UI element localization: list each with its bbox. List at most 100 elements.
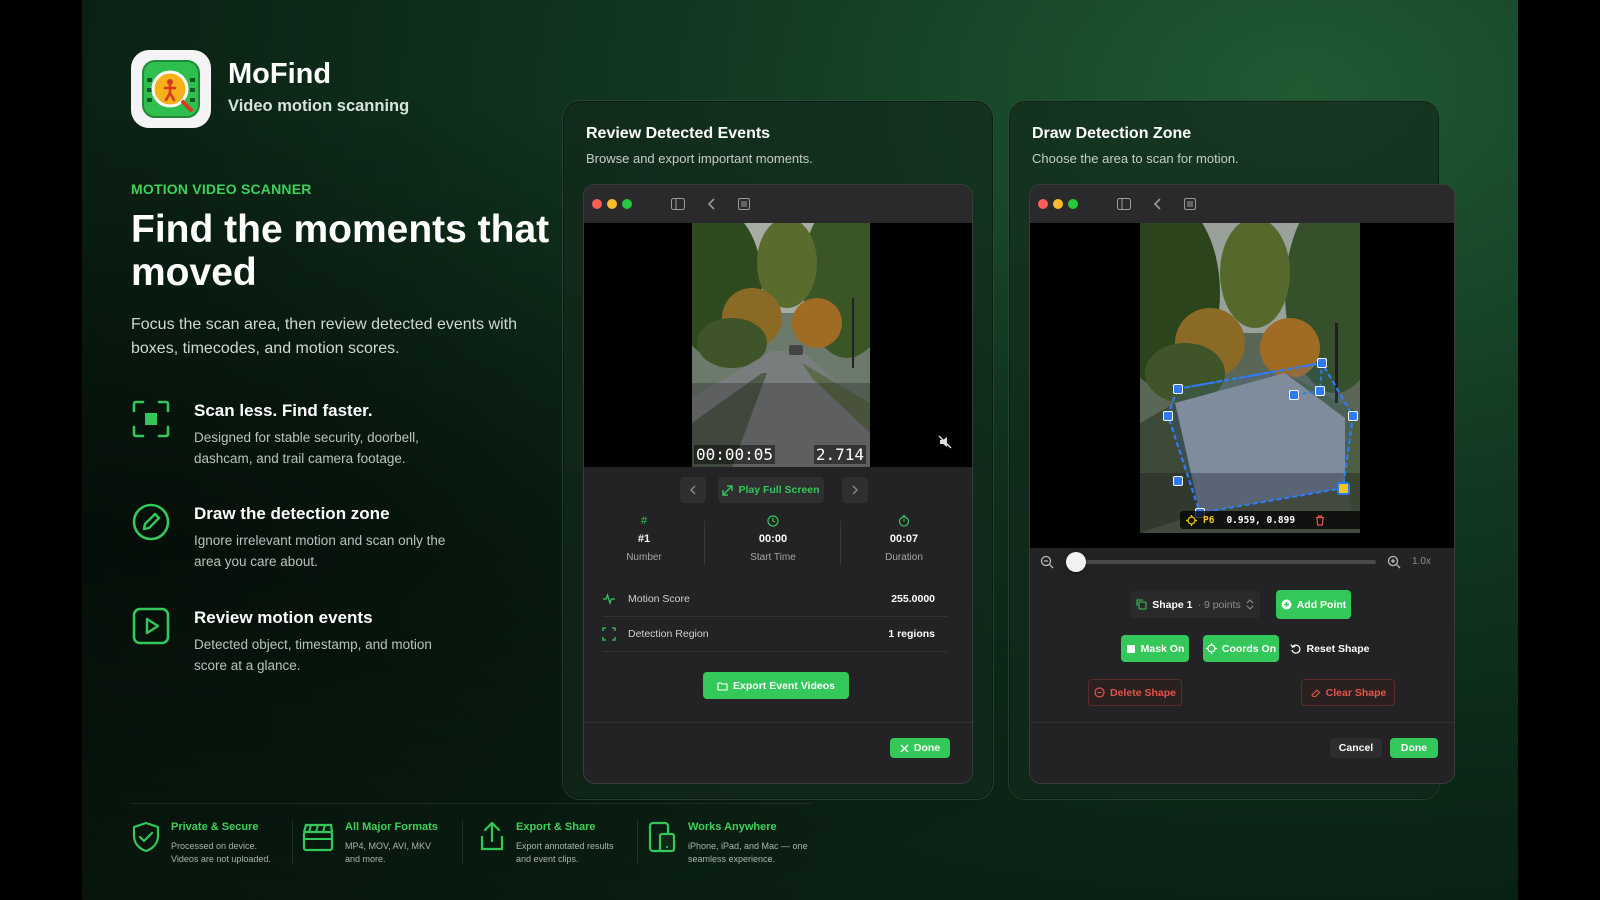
zoom-in-icon[interactable] — [1387, 555, 1401, 569]
list-icon[interactable] — [736, 196, 752, 212]
minimize-window-button[interactable] — [1053, 199, 1063, 209]
review-panel: Review Detected Events Browse and export… — [562, 100, 994, 800]
sidebar-toggle-icon[interactable] — [1116, 196, 1132, 212]
zoom-slider-track[interactable] — [1066, 560, 1376, 564]
cancel-button[interactable]: Cancel — [1330, 738, 1382, 758]
close-window-button[interactable] — [1038, 199, 1048, 209]
pencil-circle-icon — [132, 503, 170, 541]
stat-label: Start Time — [750, 552, 796, 563]
zoom-level-label: 1.0x — [1412, 556, 1431, 567]
add-point-button[interactable]: Add Point — [1276, 590, 1351, 619]
delete-shape-button[interactable]: Delete Shape — [1088, 679, 1182, 706]
done-button[interactable]: Done — [1390, 738, 1438, 758]
timer-icon — [898, 515, 910, 527]
strip-anywhere: Works Anywhere iPhone, iPad, and Mac — o… — [645, 818, 815, 868]
headline: Find the moments that moved — [131, 208, 550, 294]
mofind-logo-icon — [142, 60, 200, 118]
row-value: 255.0000 — [891, 593, 935, 605]
divider — [584, 722, 972, 723]
feature-review: Review motion events Detected object, ti… — [131, 606, 511, 686]
chevron-left-icon — [690, 485, 696, 495]
title-bar — [584, 185, 972, 223]
feature-title: Scan less. Find faster. — [194, 401, 373, 420]
divider — [840, 521, 841, 565]
region-icon — [602, 627, 616, 641]
panel-title: Draw Detection Zone — [1032, 125, 1192, 142]
zone-handle-active[interactable] — [1337, 482, 1350, 495]
strip-formats: All Major Formats MP4, MOV, AVI, MKV and… — [301, 818, 461, 868]
row-label: Motion Score — [628, 593, 690, 605]
zoom-out-icon[interactable] — [1040, 555, 1054, 569]
scan-frame-icon — [132, 400, 170, 438]
play-full-screen-button[interactable]: Play Full Screen — [718, 477, 824, 503]
chevron-right-icon — [852, 485, 858, 495]
stat-value: #1 — [637, 533, 651, 545]
back-chevron-icon[interactable] — [704, 196, 720, 212]
reset-shape-label: Reset Shape — [1306, 642, 1370, 655]
reset-shape-button[interactable]: Reset Shape — [1289, 635, 1371, 662]
stat-label: Number — [626, 552, 662, 563]
minimize-window-button[interactable] — [607, 199, 617, 209]
trash-icon[interactable] — [1315, 514, 1325, 526]
zone-handle[interactable] — [1173, 384, 1183, 394]
panel-subtitle: Choose the area to scan for motion. — [1032, 151, 1239, 166]
export-event-videos-button[interactable]: Export Event Videos — [703, 672, 849, 699]
feature-title: Review motion events — [194, 608, 373, 627]
app-name: MoFind — [228, 58, 332, 90]
feature-desc: Designed for stable security, doorbell, … — [194, 430, 419, 466]
waveform-icon — [603, 592, 615, 606]
event-stats: # #1 Number 00:00 Start Time 00:07 Durat… — [584, 515, 972, 571]
strip-title: Export & Share — [516, 821, 596, 833]
cancel-label: Cancel — [1338, 742, 1374, 754]
mask-toggle-button[interactable]: Mask On — [1121, 635, 1189, 662]
feature-desc: Detected object, timestamp, and motion s… — [194, 637, 432, 673]
done-label: Done — [1400, 742, 1428, 754]
zone-handle[interactable] — [1348, 411, 1358, 421]
previous-event-button[interactable] — [680, 477, 706, 503]
strip-title: Private & Secure — [171, 821, 259, 833]
divider — [292, 820, 293, 864]
clear-shape-label: Clear Shape — [1325, 686, 1387, 699]
stat-label: Duration — [885, 552, 923, 563]
point-label: P6 — [1203, 514, 1215, 526]
coords-toggle-button[interactable]: Coords On — [1203, 635, 1279, 662]
close-window-button[interactable] — [592, 199, 602, 209]
zoom-window-button[interactable] — [1068, 199, 1078, 209]
list-icon[interactable] — [1182, 196, 1198, 212]
stat-duration: 00:07 Duration — [844, 515, 964, 563]
done-button[interactable]: Done — [890, 738, 950, 758]
video-player[interactable]: 00:00:05 2.714 — [584, 223, 972, 467]
draw-zone-panel: Draw Detection Zone Choose the area to s… — [1008, 100, 1455, 800]
zone-handle[interactable] — [1173, 476, 1183, 486]
zoom-slider-thumb[interactable] — [1066, 552, 1086, 572]
divider — [704, 521, 705, 565]
next-event-button[interactable] — [842, 477, 868, 503]
divider — [131, 803, 811, 804]
add-point-label: Add Point — [1296, 598, 1347, 611]
sidebar-toggle-icon[interactable] — [670, 196, 686, 212]
panel-title: Review Detected Events — [586, 125, 771, 142]
video-frame: 00:00:05 2.714 — [692, 223, 870, 467]
zoom-window-button[interactable] — [622, 199, 632, 209]
play-full-screen-label: Play Full Screen — [738, 484, 820, 496]
delete-shape-label: Delete Shape — [1110, 686, 1176, 699]
zone-handle[interactable] — [1289, 390, 1299, 400]
mute-icon[interactable] — [938, 435, 952, 449]
zone-handle[interactable] — [1163, 411, 1173, 421]
hash-icon: # — [640, 515, 648, 527]
shape-selector[interactable]: Shape 1 · 9 points — [1130, 591, 1260, 618]
strip-desc: MP4, MOV, AVI, MKV and more. — [345, 841, 432, 864]
strip-desc: Export annotated results and event clips… — [516, 841, 614, 864]
divider — [1030, 722, 1454, 723]
clear-shape-button[interactable]: Clear Shape — [1301, 679, 1395, 706]
strip-private: Private & Secure Processed on device. Vi… — [129, 818, 289, 868]
mask-label: Mask On — [1140, 642, 1185, 655]
delete-icon — [1094, 687, 1105, 698]
strip-desc: iPhone, iPad, and Mac — one seamless exp… — [688, 841, 808, 864]
zone-editor-canvas[interactable]: P6 0.959, 0.899 — [1030, 223, 1454, 548]
stat-value: 00:00 — [758, 533, 788, 545]
mask-icon — [1126, 644, 1135, 653]
zone-handle[interactable] — [1315, 386, 1325, 396]
zone-handle[interactable] — [1317, 358, 1327, 368]
back-chevron-icon[interactable] — [1150, 196, 1166, 212]
